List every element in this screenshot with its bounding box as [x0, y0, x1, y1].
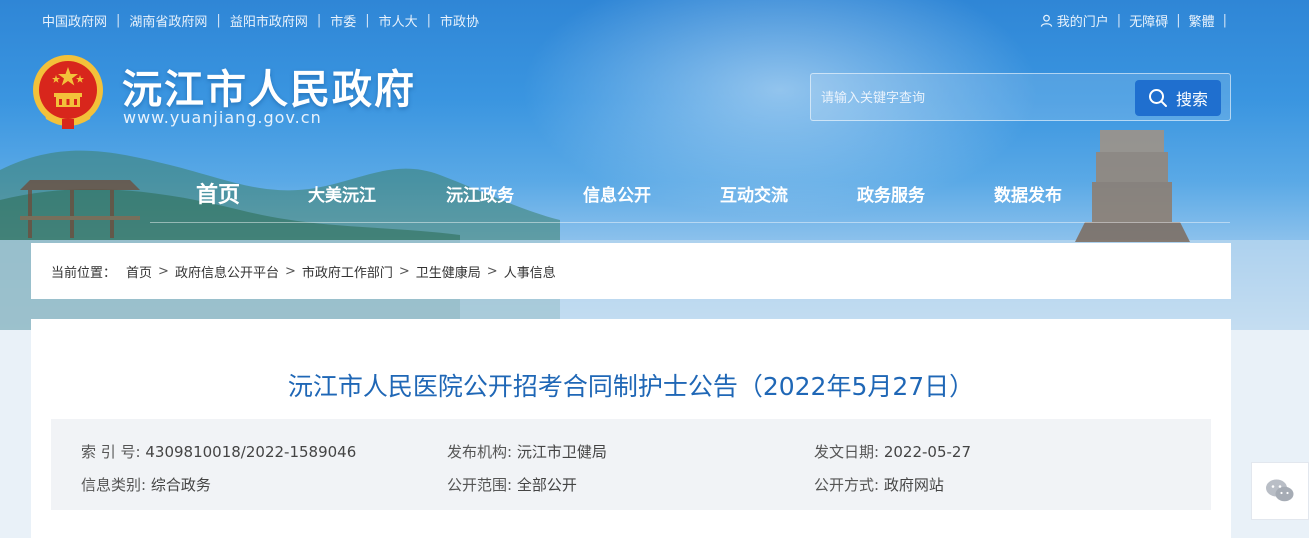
link-city-cppcc[interactable]: 市政协	[440, 11, 479, 30]
meta-scope-key: 公开范围:	[447, 476, 513, 494]
divider: |	[116, 13, 121, 28]
meta-category-key: 信息类别:	[81, 476, 147, 494]
meta-category-value: 综合政务	[150, 476, 211, 494]
breadcrumb-separator: >	[158, 263, 169, 279]
meta-category: 信息类别: 综合政务	[81, 474, 211, 495]
breadcrumb-separator: >	[486, 263, 498, 279]
link-city-congress[interactable]: 市人大	[379, 11, 418, 30]
divider: |	[1222, 13, 1227, 28]
nav-item-info-disclosure[interactable]: 信息公开	[583, 170, 651, 222]
link-gov-china[interactable]: 中国政府网	[42, 11, 107, 30]
nav-item-interaction[interactable]: 互动交流	[720, 170, 788, 222]
article-meta-table: 索 引 号: 4309810018/2022-1589046 发布机构: 沅江市…	[51, 419, 1211, 510]
nav-item-beautiful-yuanjiang[interactable]: 大美沅江	[308, 170, 376, 222]
meta-scope-value: 全部公开	[516, 476, 577, 494]
meta-org-key: 发布机构:	[447, 443, 513, 461]
breadcrumb-separator: >	[284, 263, 296, 279]
divider: |	[316, 13, 322, 28]
meta-scope: 公开范围: 全部公开	[447, 474, 577, 495]
user-icon	[1040, 14, 1052, 27]
meta-org: 发布机构: 沅江市卫健局	[447, 441, 607, 462]
search-box: 搜索	[810, 73, 1231, 121]
breadcrumb: 当前位置： 首页 > 政府信息公开平台 > 市政府工作部门 > 卫生健康局 > …	[31, 243, 1231, 299]
nav-item-home[interactable]: 首页	[196, 170, 240, 222]
breadcrumb-item-departments[interactable]: 市政府工作部门	[302, 262, 393, 281]
traditional-chinese-link[interactable]: 繁體	[1189, 11, 1215, 30]
article-title: 沅江市人民医院公开招考合同制护士公告（2022年5月27日）	[287, 372, 975, 401]
meta-method: 公开方式: 政府网站	[814, 474, 944, 495]
divider: |	[1176, 13, 1181, 28]
search-icon	[1148, 89, 1167, 107]
meta-org-value: 沅江市卫健局	[516, 443, 607, 461]
meta-index-key: 索 引 号:	[81, 443, 141, 461]
nav-item-data-release[interactable]: 数据发布	[994, 170, 1062, 222]
search-input[interactable]	[821, 86, 1111, 110]
top-utility-bar: 中国政府网 | 湖南省政府网 | 益阳市政府网 | 市委 | 市人大 | 市政协…	[0, 0, 1309, 38]
wechat-icon	[1266, 479, 1294, 502]
banner-landscape	[0, 130, 1309, 330]
wechat-float-button[interactable]	[1251, 462, 1309, 520]
breadcrumb-item-health-bureau[interactable]: 卫生健康局	[416, 262, 481, 281]
site-url: www.yuanjiang.gov.cn	[123, 108, 322, 127]
meta-date-key: 发文日期:	[814, 443, 880, 461]
breadcrumb-item-home[interactable]: 首页	[126, 262, 152, 281]
link-yiyang-gov[interactable]: 益阳市政府网	[230, 11, 308, 30]
nav-item-government-affairs[interactable]: 沅江政务	[446, 170, 514, 222]
meta-date: 发文日期: 2022-05-27	[814, 441, 971, 462]
nav-divider-line	[150, 222, 1230, 223]
article-panel: 沅江市人民医院公开招考合同制护士公告（2022年5月27日） 索 引 号: 43…	[31, 319, 1231, 538]
divider: |	[1116, 13, 1122, 28]
meta-method-value: 政府网站	[883, 476, 944, 494]
meta-date-value: 2022-05-27	[883, 443, 972, 461]
breadcrumb-item-platform[interactable]: 政府信息公开平台	[175, 262, 279, 281]
divider: |	[426, 13, 432, 28]
breadcrumb-separator: >	[398, 263, 410, 279]
divider: |	[216, 13, 221, 28]
nav-item-services[interactable]: 政务服务	[857, 170, 925, 222]
breadcrumb-item-personnel[interactable]: 人事信息	[504, 262, 556, 281]
main-nav: 首页 大美沅江 沅江政务 信息公开 互动交流 政务服务 数据发布	[0, 170, 1309, 222]
my-portal-link[interactable]: 我的门户	[1040, 11, 1109, 30]
external-links: 中国政府网 | 湖南省政府网 | 益阳市政府网 | 市委 | 市人大 | 市政协	[42, 11, 479, 30]
national-emblem-icon	[33, 55, 103, 129]
divider: |	[365, 13, 370, 28]
breadcrumb-label: 当前位置：	[51, 265, 117, 281]
meta-index: 索 引 号: 4309810018/2022-1589046	[81, 441, 356, 462]
accessibility-link[interactable]: 无障碍	[1129, 11, 1168, 30]
link-hunan-gov[interactable]: 湖南省政府网	[129, 11, 207, 30]
my-portal-label: 我的门户	[1056, 15, 1109, 30]
search-button[interactable]: 搜索	[1135, 80, 1221, 116]
site-title: 沅江市人民政府	[122, 67, 416, 113]
user-tools: 我的门户 | 无障碍 | 繁體 |	[1040, 11, 1235, 30]
meta-index-value: 4309810018/2022-1589046	[145, 443, 357, 461]
search-button-label: 搜索	[1175, 90, 1208, 109]
link-city-committee[interactable]: 市委	[330, 11, 356, 30]
meta-method-key: 公开方式:	[814, 476, 880, 494]
